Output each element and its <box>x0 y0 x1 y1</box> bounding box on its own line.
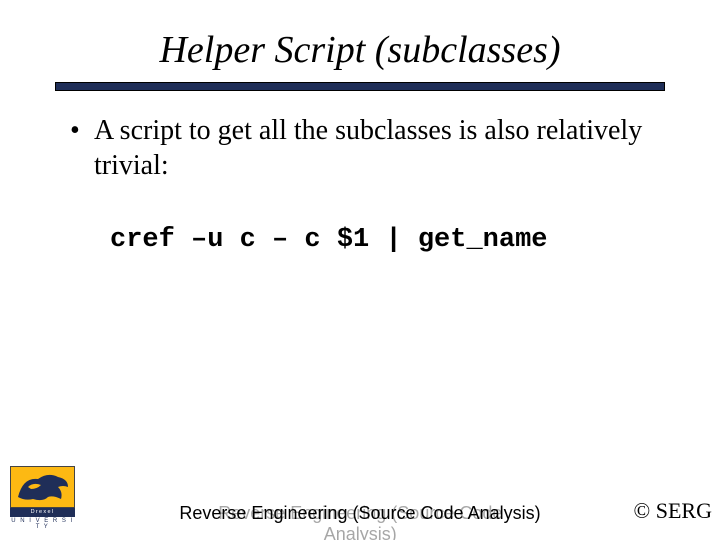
bullet-item: • A script to get all the subclasses is … <box>70 113 660 183</box>
drexel-logo-badge <box>10 466 75 508</box>
bullet-text: A script to get all the subclasses is al… <box>94 113 660 183</box>
title-rule <box>55 82 665 91</box>
footer: Drexel U N I V E R S I T Y Reverse Engin… <box>0 475 720 530</box>
slide-title: Helper Script (subclasses) <box>0 28 720 72</box>
slide: Helper Script (subclasses) • A script to… <box>0 0 720 540</box>
footer-center-shadow: Reverse Engineering (Source Code Analysi… <box>180 503 541 540</box>
dragon-icon <box>11 467 74 507</box>
body: • A script to get all the subclasses is … <box>0 113 720 255</box>
footer-copyright: © SERG <box>634 498 712 524</box>
footer-center-text: Reverse Engineering (Source Code Analysi… <box>0 503 720 524</box>
code-line: cref –u c – c $1 | get_name <box>110 225 660 255</box>
title-rule-bar <box>55 82 665 91</box>
bullet-dot: • <box>70 113 94 148</box>
